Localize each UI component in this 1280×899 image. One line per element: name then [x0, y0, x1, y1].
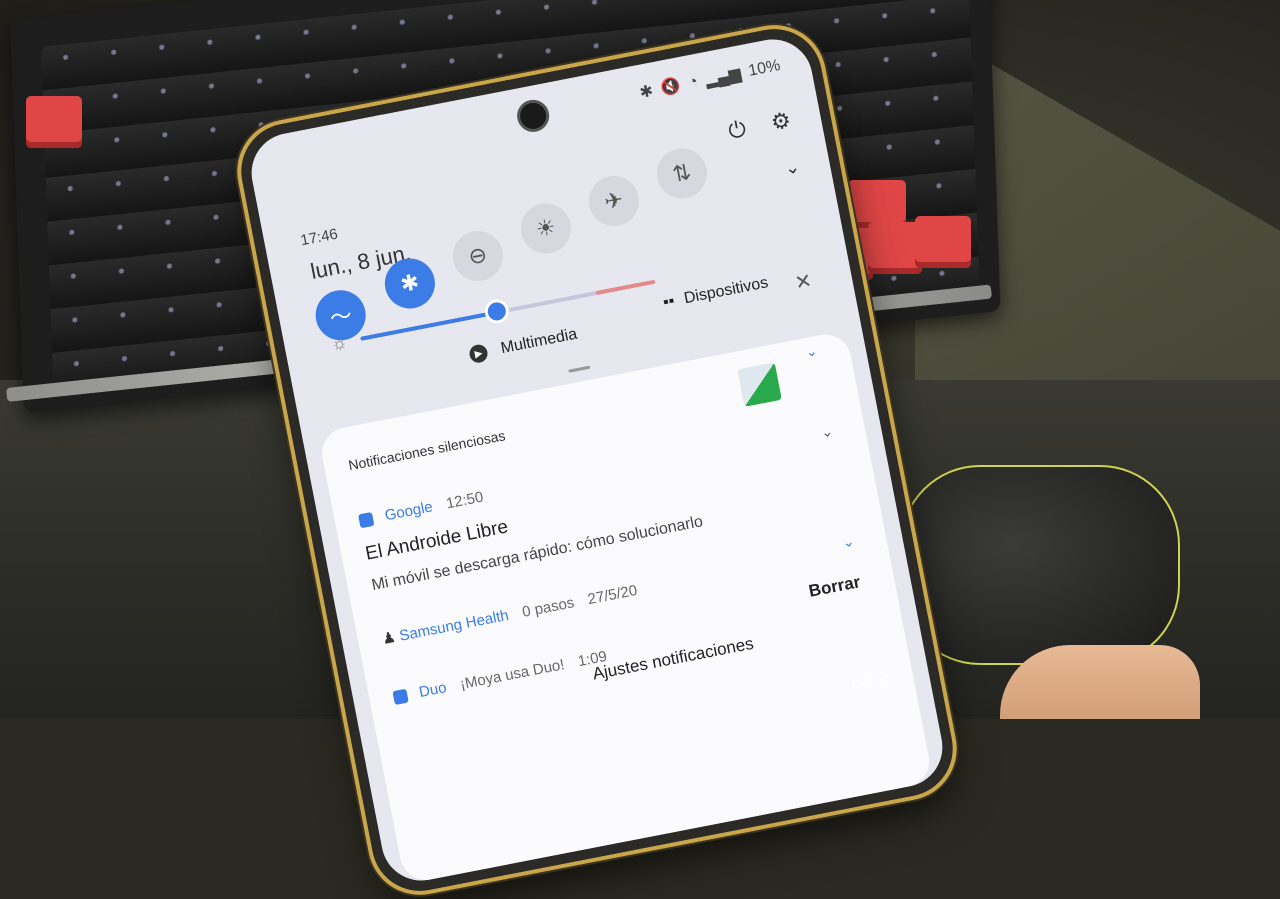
- clock: 17:46: [299, 225, 340, 250]
- multimedia-label: Multimedia: [499, 325, 579, 358]
- close-icon[interactable]: ✕: [793, 268, 814, 296]
- wifi-icon: 〜: [327, 302, 355, 332]
- top-actions: ⏻ ⚙: [726, 107, 793, 145]
- play-icon: ▶: [467, 343, 490, 365]
- airplane-icon: ✈: [602, 186, 626, 215]
- bluetooth-icon: ✱: [398, 268, 422, 297]
- notification-thumbnail: [737, 362, 782, 407]
- multimedia-button[interactable]: ▶ Multimedia: [467, 325, 579, 365]
- chevron-down-icon[interactable]: ⌄: [783, 156, 802, 179]
- bluetooth-toggle[interactable]: ✱: [380, 254, 440, 313]
- data-arrows-icon: ⇅: [670, 159, 694, 188]
- flashlight-toggle[interactable]: ☀: [516, 199, 576, 258]
- drag-handle[interactable]: [568, 365, 591, 373]
- battery-text: 10%: [746, 56, 782, 80]
- mute-icon: 🔇: [659, 77, 683, 98]
- dnd-toggle[interactable]: ⊖: [448, 226, 508, 286]
- grid-icon: ▪▪: [661, 292, 677, 312]
- settings-gear-icon[interactable]: ⚙: [769, 107, 793, 136]
- wrist-rest: [900, 465, 1180, 665]
- signal-icon: ▂▄▆: [704, 65, 743, 90]
- wifi-icon: ◔: [686, 73, 700, 92]
- flashlight-icon: ☀: [533, 213, 558, 243]
- hand: [1000, 645, 1200, 719]
- red-key: [868, 222, 922, 274]
- airplane-toggle[interactable]: ✈: [584, 171, 644, 231]
- status-bar: ✱ 🔇 ◔ ▂▄▆ 10%: [638, 56, 782, 103]
- duo-icon: [392, 688, 409, 706]
- bluetooth-icon: ✱: [638, 82, 655, 102]
- red-key: [848, 180, 906, 228]
- google-news-icon: [358, 511, 375, 529]
- front-camera: [514, 97, 552, 135]
- red-key: [26, 96, 82, 148]
- power-icon[interactable]: ⏻: [726, 116, 748, 145]
- mobile-data-toggle[interactable]: ⇅: [652, 144, 712, 203]
- person-icon: ♟: [380, 628, 398, 649]
- red-key: [915, 216, 971, 268]
- minus-circle-icon: ⊖: [466, 241, 490, 270]
